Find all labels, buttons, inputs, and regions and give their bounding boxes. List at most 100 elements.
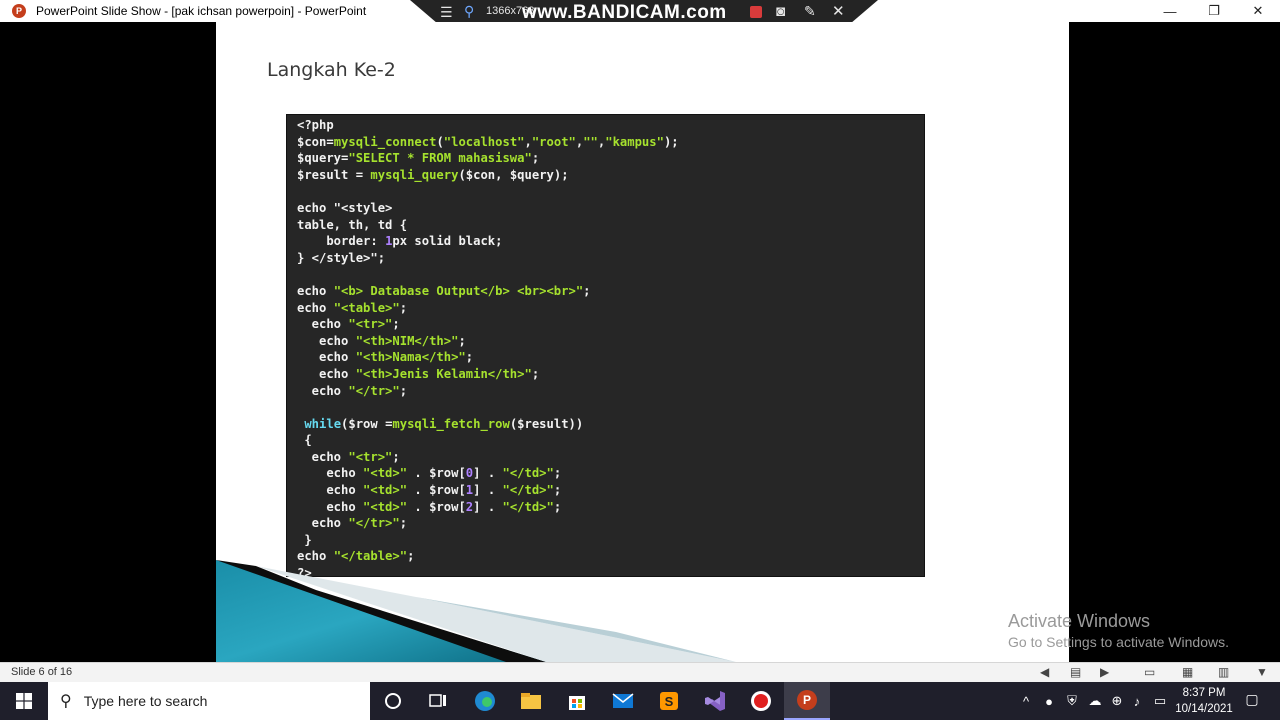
normal-view-icon[interactable]: ▭ (1144, 665, 1155, 679)
restore-button[interactable]: ❐ (1192, 0, 1236, 22)
code-token: echo "<style> (297, 200, 393, 215)
notes-icon[interactable]: ▤ (1070, 665, 1081, 679)
show-hidden-icons[interactable]: ^ (1018, 682, 1034, 720)
minimize-button[interactable]: — (1148, 0, 1192, 22)
microphone-icon[interactable]: ● (1040, 682, 1058, 720)
store-icon (569, 696, 585, 710)
code-token: ; (399, 516, 408, 531)
code-token: "root" (531, 134, 576, 149)
code-line (297, 399, 924, 416)
code-line: echo "<style> (297, 200, 924, 217)
menu-icon[interactable]: ☰ (440, 4, 453, 21)
code-token: , (524, 134, 532, 149)
code-token: echo (297, 350, 356, 365)
code-token: } </style>"; (297, 250, 386, 265)
taskbar-visual-studio[interactable] (692, 682, 738, 720)
task-view-icon (429, 694, 446, 707)
code-token: echo (297, 449, 349, 464)
code-token: echo (297, 466, 364, 481)
battery-icon[interactable]: ▭ (1150, 682, 1170, 720)
network-icon[interactable]: ⊕ (1108, 682, 1126, 720)
cortana-button[interactable] (370, 682, 416, 720)
visual-studio-icon (705, 691, 725, 711)
code-token: "<td>" (363, 483, 408, 498)
slideshow-statusbar: Slide 6 of 16 ◀ ▤ ▶ ▭ ▦ ▥ ▼ (0, 662, 1280, 682)
security-icon[interactable]: ⛨ (1062, 682, 1082, 720)
code-token: ; (531, 366, 540, 381)
code-token: , (495, 167, 510, 182)
pin-icon[interactable]: ⚲ (464, 3, 474, 20)
edge-icon (475, 691, 495, 711)
code-token: $con (297, 134, 327, 149)
taskbar-sublime[interactable]: S (646, 682, 692, 720)
code-line: echo "<th>Jenis Kelamin</th>"; (297, 366, 924, 383)
code-block: <?php $con=mysqli_connect("localhost","ro… (286, 114, 925, 577)
code-token: echo (297, 283, 334, 298)
slideshow-view-icon[interactable]: ▼ (1256, 665, 1268, 679)
previous-slide-icon[interactable]: ◀ (1040, 665, 1049, 679)
code-token: "kampus" (605, 134, 664, 149)
window-controls: — ❐ ✕ (1148, 0, 1280, 22)
code-line: echo "<tr>"; (297, 449, 924, 466)
code-token: = (377, 416, 393, 431)
powerpoint-icon: P (797, 690, 817, 710)
mail-icon (612, 693, 634, 708)
taskbar-bandicam[interactable] (738, 682, 784, 720)
close-recorder-icon[interactable]: ✕ (832, 2, 845, 20)
code-token: ; (553, 499, 562, 514)
code-token: "localhost" (443, 134, 525, 149)
taskbar-mail[interactable] (600, 682, 646, 720)
slide[interactable]: Langkah Ke-2 <?php $con=mysqli_connect("l… (216, 22, 1069, 662)
taskbar-clock[interactable]: 8:37 PM 10/14/2021 (1170, 685, 1238, 717)
code-token: echo (297, 516, 349, 531)
close-button[interactable]: ✕ (1236, 0, 1280, 22)
code-token: ] . (473, 483, 503, 498)
code-token: ( (436, 134, 444, 149)
code-token: "</td>" (502, 499, 554, 514)
folder-icon (521, 693, 541, 709)
notifications-icon[interactable]: ▢ (1242, 691, 1262, 709)
cortana-icon (385, 693, 401, 709)
code-token: ; (458, 333, 466, 348)
code-token: $row (429, 466, 459, 481)
taskbar-edge[interactable] (462, 682, 508, 720)
code-token: ); (663, 134, 679, 149)
code-token: ( (458, 167, 466, 182)
volume-icon[interactable]: ♪ (1128, 682, 1146, 720)
code-token: "<td>" (363, 466, 408, 481)
code-token: [ (458, 499, 466, 514)
camera-icon[interactable]: ◙ (776, 3, 785, 20)
reading-view-icon[interactable]: ▥ (1218, 665, 1229, 679)
clock-time: 8:37 PM (1182, 687, 1226, 699)
taskbar: ⚲ Type here to search S P ^ ● ⛨ ☁ ⊕ ♪ ▭ … (0, 682, 1280, 720)
code-line: echo "</tr>"; (297, 515, 924, 532)
taskbar-search-box[interactable]: ⚲ Type here to search (48, 682, 370, 720)
activation-title: Activate Windows (1008, 611, 1151, 631)
next-slide-icon[interactable]: ▶ (1100, 665, 1109, 679)
recorder-toolbar: ☰ ⚲ 1366x768 www.BANDICAM.com ◙ ✎ ✕ (410, 0, 878, 24)
code-token: $row (348, 416, 378, 431)
code-token: "</tr>" (348, 516, 400, 531)
code-token: $result (517, 416, 569, 431)
code-token: echo (297, 317, 349, 332)
start-button[interactable] (0, 682, 48, 720)
task-view-button[interactable] (415, 682, 461, 720)
code-token: { (297, 433, 312, 448)
taskbar-powerpoint[interactable]: P (784, 682, 830, 720)
code-token: . (407, 499, 430, 514)
slide-decoration (216, 560, 736, 662)
stop-record-icon[interactable] (750, 6, 762, 18)
code-token: "<tr>" (348, 317, 393, 332)
pen-icon[interactable]: ✎ (804, 3, 816, 20)
code-line: $result = mysqli_query($con, $query); (297, 167, 924, 184)
taskbar-file-explorer[interactable] (508, 682, 554, 720)
code-token: "<tr>" (348, 449, 393, 464)
taskbar-store[interactable] (554, 682, 600, 720)
search-icon: ⚲ (60, 693, 72, 710)
cloud-icon[interactable]: ☁ (1085, 682, 1105, 720)
activation-subtitle: Go to Settings to activate Windows. (1008, 634, 1229, 650)
slide-sorter-icon[interactable]: ▦ (1182, 665, 1193, 679)
code-token: "<th>Nama</th>" (355, 350, 466, 365)
code-token: "</tr>" (348, 383, 400, 398)
